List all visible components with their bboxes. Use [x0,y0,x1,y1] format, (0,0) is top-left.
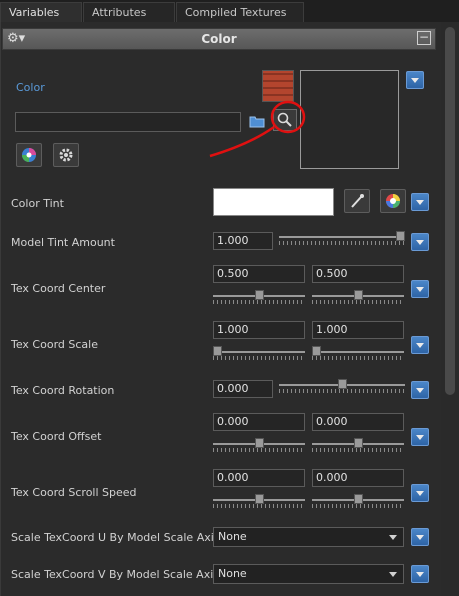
section-title: Color [201,32,237,46]
tex-scroll-label: Tex Coord Scroll Speed [11,486,137,499]
texture-options-dropdown[interactable] [406,71,424,89]
tex-scale-v-slider[interactable] [312,346,404,360]
scrollbar-thumb[interactable] [445,27,455,395]
tab-compiled-textures-label: Compiled Textures [185,6,287,19]
tex-scroll-dropdown[interactable] [411,484,429,502]
vertical-scrollbar[interactable] [441,22,459,596]
tab-bar: Variables Attributes Compiled Textures ✕ [0,0,459,39]
tab-attributes-label: Attributes [92,6,147,19]
scale-u-label: Scale TexCoord U By Model Scale Axis [11,531,220,544]
tab-variables[interactable]: Variables [0,2,82,22]
tex-scale-u-input[interactable]: 1.000 [213,321,305,339]
tex-center-dropdown[interactable] [411,280,429,298]
tex-scale-v-input[interactable]: 1.000 [312,321,404,339]
model-tint-label: Model Tint Amount [11,236,115,249]
tex-center-v-slider[interactable] [312,290,404,304]
scale-u-selected: None [218,530,247,543]
color-tint-swatch[interactable] [213,188,334,216]
tex-scale-u-slider[interactable] [213,346,305,360]
scale-v-selected: None [218,567,247,580]
gear-icon[interactable] [53,143,79,167]
tex-scale-label: Tex Coord Scale [11,338,98,351]
scale-v-dropdown[interactable] [411,565,429,583]
scale-u-select[interactable]: None [213,527,404,547]
tex-rotation-input[interactable]: 0.000 [213,380,273,398]
tex-center-u-slider[interactable] [213,290,305,304]
model-tint-input[interactable]: 1.000 [213,232,273,250]
annotation-highlight [209,100,306,158]
tex-scroll-u-input[interactable]: 0.000 [213,469,305,487]
tab-attributes[interactable]: Attributes [83,2,175,22]
tex-offset-u-input[interactable]: 0.000 [213,413,305,431]
tex-offset-v-slider[interactable] [312,438,404,452]
tex-offset-label: Tex Coord Offset [11,430,102,443]
scale-u-dropdown[interactable] [411,528,429,546]
tex-rotation-label: Tex Coord Rotation [11,384,115,397]
tex-scale-dropdown[interactable] [411,336,429,354]
color-texture-label: Color [16,81,45,94]
model-tint-slider[interactable] [279,231,405,245]
tab-compiled-textures[interactable]: Compiled Textures ✕ [176,2,304,39]
scale-v-select[interactable]: None [213,564,404,584]
tex-center-u-input[interactable]: 0.500 [213,265,305,283]
model-tint-dropdown[interactable] [411,233,429,251]
chevron-down-icon [389,535,397,540]
tex-scroll-v-slider[interactable] [312,494,404,508]
chevron-down-icon [389,572,397,577]
tex-offset-u-slider[interactable] [213,438,305,452]
tex-center-v-input[interactable]: 0.500 [312,265,404,283]
texture-preview [300,70,399,169]
eyedropper-icon[interactable] [344,189,370,213]
section-header[interactable]: ⚙▾ Color − [2,28,436,50]
tex-scroll-v-input[interactable]: 0.000 [312,469,404,487]
tab-variables-label: Variables [9,6,60,19]
tex-rotation-slider[interactable] [279,379,405,393]
color-tint-label: Color Tint [11,197,64,210]
tex-scroll-u-slider[interactable] [213,494,305,508]
collapse-button[interactable]: − [417,31,431,45]
color-wheel-icon[interactable] [380,189,406,213]
scale-v-label: Scale TexCoord V By Model Scale Axis [11,568,219,581]
tex-rotation-dropdown[interactable] [411,381,429,399]
tex-offset-dropdown[interactable] [411,428,429,446]
color-picker-icon[interactable] [16,143,42,167]
color-tint-dropdown[interactable] [411,193,429,211]
tex-center-label: Tex Coord Center [11,282,106,295]
tex-offset-v-input[interactable]: 0.000 [312,413,404,431]
